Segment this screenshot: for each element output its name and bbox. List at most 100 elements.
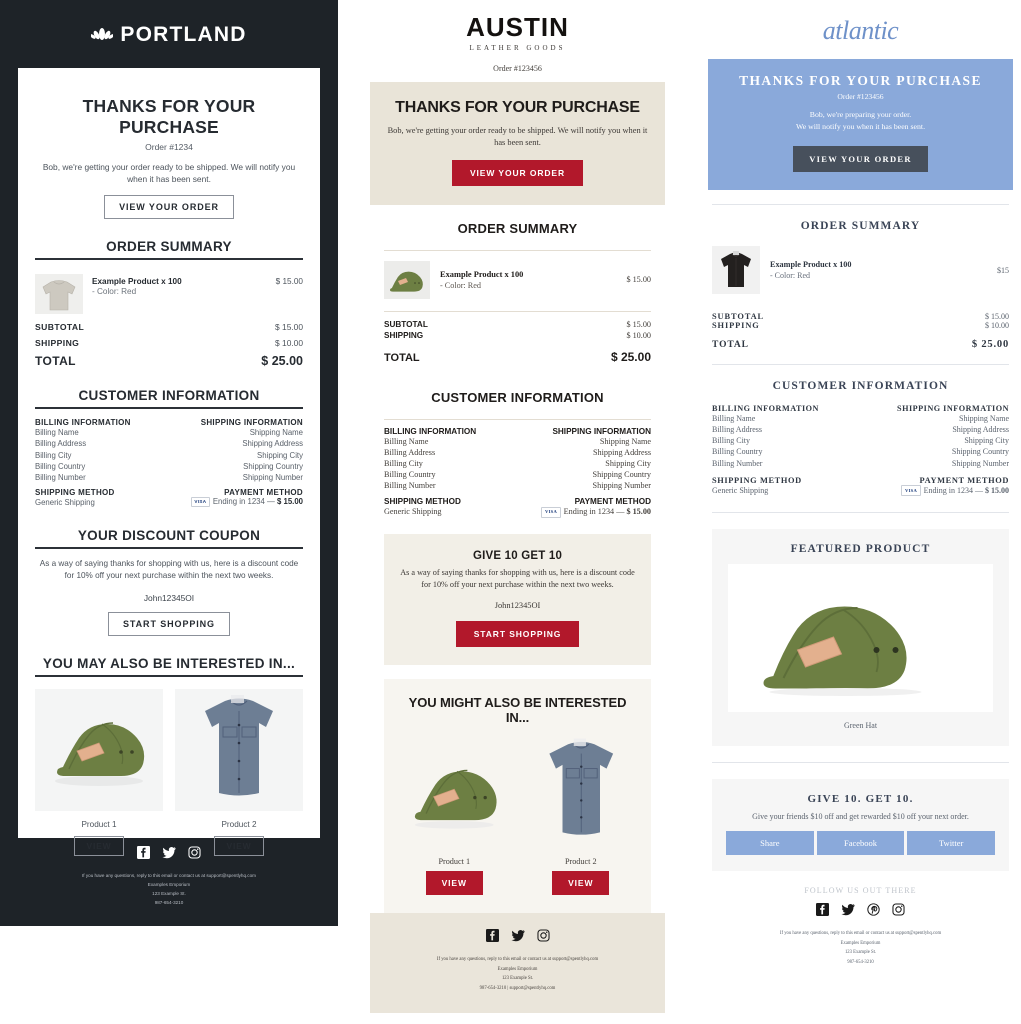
subtotal-value: $ 15.00 <box>275 322 303 333</box>
shipping-title: SHIPPING INFORMATION <box>200 418 303 428</box>
footer-line: 123 Example St. <box>501 976 534 982</box>
facebook-icon[interactable] <box>816 903 829 921</box>
austin-footer: If you have any questions, reply to this… <box>370 913 665 1013</box>
shipping-method-value: Generic Shipping <box>35 497 95 507</box>
portland-logo: PORTLAND <box>0 0 338 69</box>
instagram-icon[interactable] <box>536 929 550 947</box>
portland-intro-text: Bob, we're getting your order ready to b… <box>42 162 296 185</box>
share-twitter-button[interactable]: Twitter <box>907 831 996 856</box>
instagram-icon[interactable] <box>892 903 905 921</box>
austin-start-shopping-button[interactable]: START SHOPPING <box>455 621 580 648</box>
share-button[interactable]: Share <box>726 831 814 856</box>
austin-brand-tagline: LEATHER GOODS <box>469 44 566 52</box>
billing-line: Billing Number <box>384 481 436 491</box>
recommended-product-name: Product 1 <box>438 857 471 867</box>
product-name: Example Product x 100 <box>92 277 182 287</box>
payment-amount: $ 15.00 <box>626 507 651 517</box>
footer-line: If you have any questions, reply to this… <box>436 957 599 963</box>
divider <box>35 546 303 549</box>
austin-give-get-block: GIVE 10 GET 10 As a way of saying thanks… <box>384 534 651 666</box>
shipping-method-title: SHIPPING METHOD <box>35 487 115 497</box>
austin-email-template: AUSTIN LEATHER GOODS Order #123456 THANK… <box>370 0 665 1013</box>
portland-coupon-code: John12345OI <box>143 592 195 603</box>
shipping-line: Shipping Name <box>599 436 651 446</box>
instagram-icon[interactable] <box>188 846 201 864</box>
product-thumbnail-black-sweater <box>712 246 760 295</box>
atlantic-view-order-button[interactable]: VIEW YOUR ORDER <box>793 146 928 173</box>
austin-give-title: GIVE 10 GET 10 <box>472 550 563 563</box>
austin-give-text: As a way of saying thanks for shopping w… <box>400 568 635 589</box>
product-price: $15 <box>997 265 1009 275</box>
atlantic-give-title: GIVE 10. GET 10. <box>807 793 914 806</box>
product-image-blue-shirt[interactable] <box>525 731 638 853</box>
shipping-method-value: Generic Shipping <box>384 507 442 517</box>
billing-line: Billing Name <box>35 428 79 438</box>
divider <box>384 418 651 420</box>
portland-coupon-title: YOUR DISCOUNT COUPON <box>77 527 261 543</box>
shipping-label: SHIPPING <box>35 338 80 349</box>
product-image-blue-shirt[interactable] <box>175 688 303 811</box>
payment-method-value: VISA Ending in 1234 — $ 15.00 <box>169 496 303 507</box>
facebook-icon[interactable] <box>485 929 499 947</box>
shipping-title: SHIPPING INFORMATION <box>897 404 1009 414</box>
austin-customer-info-title: CUSTOMER INFORMATION <box>431 389 604 405</box>
recommended-product: Product 2 VIEW <box>175 688 303 856</box>
austin-recommendations: YOU MIGHT ALSO BE INTERESTED IN... Produ… <box>384 679 651 914</box>
billing-line: Billing Number <box>712 458 763 468</box>
product-price: $ 15.00 <box>626 275 651 285</box>
view-product-button[interactable]: VIEW <box>552 871 610 896</box>
atlantic-give-get-block: GIVE 10. GET 10. Give your friends $10 o… <box>712 779 1009 872</box>
twitter-icon[interactable] <box>510 929 525 947</box>
payment-text: Ending in 1234 — <box>563 507 627 517</box>
total-value: $ 25.00 <box>971 339 1009 351</box>
shipping-label: SHIPPING <box>384 330 424 340</box>
payment-text: Ending in 1234 — <box>923 485 985 495</box>
total-label: TOTAL <box>712 340 749 351</box>
recommended-product: Product 2 VIEW <box>525 731 638 896</box>
product-image-green-hat[interactable] <box>728 564 993 713</box>
atlantic-intro-line2: We will notify you when it has been sent… <box>795 121 926 131</box>
austin-order-number: Order #123456 <box>493 64 542 73</box>
totals-row-shipping: SHIPPING $ 10.00 <box>35 338 303 348</box>
facebook-icon[interactable] <box>137 846 150 864</box>
portland-coupon-text: As a way of saying thanks for shopping w… <box>39 558 299 580</box>
portland-view-order-button[interactable]: VIEW YOUR ORDER <box>104 195 234 220</box>
austin-hero: THANKS FOR YOUR PURCHASE Bob, we're gett… <box>370 82 665 205</box>
twitter-icon[interactable] <box>841 903 855 921</box>
shipping-line: Shipping City <box>964 436 1009 446</box>
shipping-method-value: Generic Shipping <box>712 485 769 495</box>
payment-method-value: VISA Ending in 1234 — $ 15.00 <box>861 485 1009 497</box>
shipping-line: Shipping Address <box>593 447 651 457</box>
subtotal-value: $ 15.00 <box>626 319 651 329</box>
recommended-product: Product 1 VIEW <box>35 688 163 856</box>
visa-icon: VISA <box>190 496 210 507</box>
divider <box>35 258 303 261</box>
twitter-icon[interactable] <box>162 846 176 864</box>
portland-footer: If you have any questions, reply to this… <box>0 846 338 908</box>
atlantic-brand-name: atlantic <box>822 16 899 45</box>
shipping-line: Shipping Country <box>592 470 651 479</box>
product-image-green-hat[interactable] <box>398 731 511 853</box>
atlantic-follow-title: FOLLOW US OUT THERE <box>804 886 917 896</box>
payment-amount: $ 15.00 <box>985 485 1009 495</box>
billing-line: Billing City <box>712 436 751 446</box>
totals-row-shipping: SHIPPING $ 10.00 <box>384 331 651 340</box>
payment-text: Ending in 1234 — <box>212 496 277 506</box>
billing-line: Billing Country <box>384 470 436 479</box>
share-facebook-button[interactable]: Facebook <box>816 831 905 856</box>
pinterest-icon[interactable] <box>867 903 880 921</box>
atlantic-give-text: Give your friends $10 off and get reward… <box>752 812 969 822</box>
subtotal-label: SUBTOTAL <box>384 319 428 329</box>
portland-start-shopping-button[interactable]: START SHOPPING <box>108 611 230 636</box>
billing-title: BILLING INFORMATION <box>384 426 477 436</box>
atlantic-featured-title: FEATURED PRODUCT <box>790 543 931 556</box>
atlantic-intro-line1: Bob, we're preparing your order. <box>809 110 912 119</box>
austin-view-order-button[interactable]: VIEW YOUR ORDER <box>451 159 584 186</box>
product-image-green-hat[interactable] <box>35 688 163 811</box>
shipping-line: Shipping City <box>605 458 651 468</box>
subtotal-label: SUBTOTAL <box>712 312 765 322</box>
view-product-button[interactable]: VIEW <box>425 871 483 896</box>
footer-line: Examples Emporium <box>147 881 191 887</box>
shipping-line: Shipping Country <box>243 461 303 471</box>
product-name: Example Product x 100 <box>440 269 524 279</box>
